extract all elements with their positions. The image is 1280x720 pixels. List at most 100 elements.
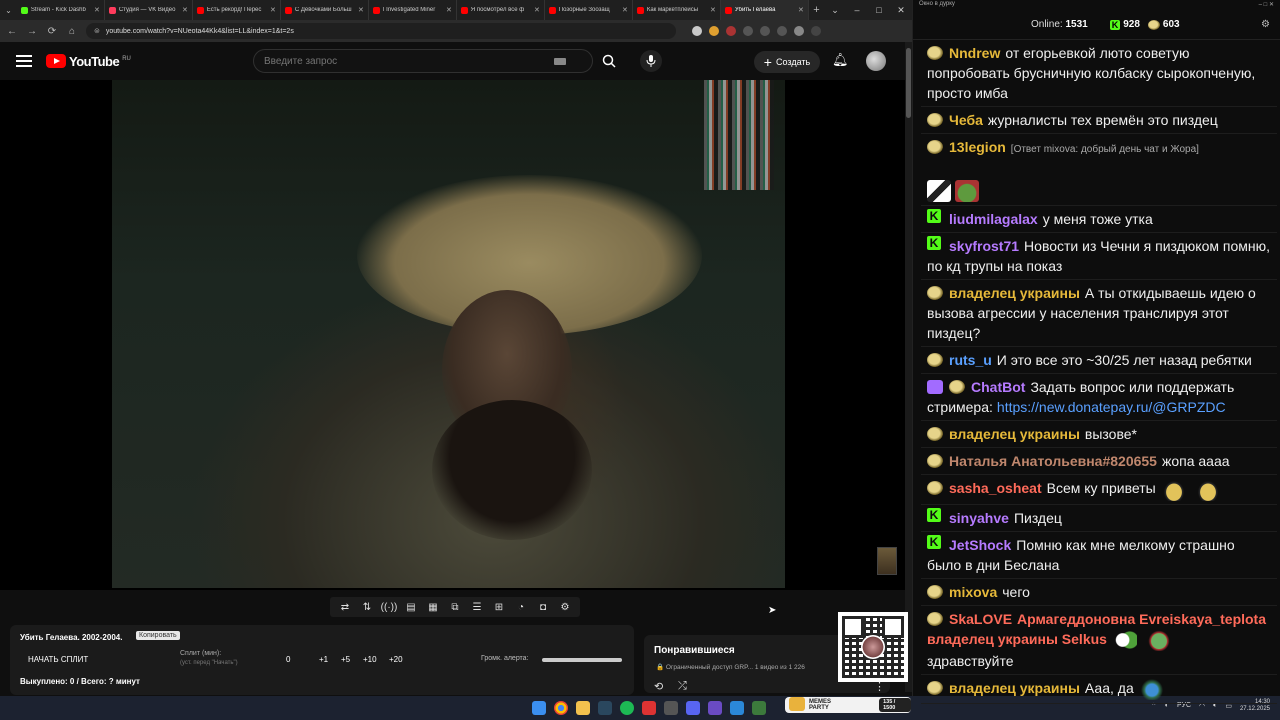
split-plus20-button[interactable]: +20 — [389, 655, 403, 664]
chrome-icon[interactable] — [554, 701, 568, 715]
site-info-icon[interactable]: ⊜ — [94, 27, 100, 35]
app-icon[interactable] — [730, 701, 744, 715]
chat-username[interactable]: sasha_osheat — [949, 480, 1042, 496]
calendar-icon[interactable]: ▦ — [424, 602, 442, 613]
split-plus1-button[interactable]: +1 — [319, 655, 328, 664]
page-scrollbar[interactable] — [905, 42, 912, 692]
video-player[interactable] — [0, 80, 905, 590]
chat-username[interactable]: Чеба — [949, 112, 983, 128]
tab-close-icon[interactable]: ✕ — [182, 6, 188, 14]
chat-username[interactable]: skyfrost71 — [949, 238, 1019, 254]
screenshot-camera-icon[interactable]: ◘ — [534, 602, 552, 613]
voice-search-button[interactable] — [640, 50, 662, 72]
scrollbar-thumb[interactable] — [906, 48, 911, 118]
search-input[interactable] — [254, 55, 554, 67]
copy-button[interactable]: Копировать — [136, 631, 180, 640]
app-icon[interactable] — [664, 701, 678, 715]
tab-close-icon[interactable]: ✕ — [94, 6, 100, 14]
extension-icon[interactable] — [709, 26, 719, 36]
corner-thumbnail[interactable] — [877, 547, 897, 575]
chat-username[interactable]: ChatBot — [971, 379, 1025, 395]
start-split-button[interactable]: НАЧАТЬ СПЛИТ — [28, 655, 88, 664]
chat-username[interactable]: Наталья Анатольевна#820655 — [949, 453, 1157, 469]
chat-username[interactable]: владелец украины — [949, 426, 1080, 442]
tab-close-icon[interactable]: ✕ — [358, 6, 364, 14]
app-icon[interactable] — [708, 701, 722, 715]
browser-tab[interactable]: С Девочками Больш ✕ — [281, 0, 369, 20]
chat-username[interactable]: sinyahve — [949, 510, 1009, 526]
chat-settings-gear-icon[interactable]: ⚙ — [1261, 19, 1270, 30]
discord-icon[interactable] — [686, 701, 700, 715]
tab-close-icon[interactable]: ✕ — [534, 6, 540, 14]
tab-search-icon[interactable]: ⌄ — [0, 0, 17, 20]
menu-icon[interactable] — [16, 55, 32, 67]
maximize-icon[interactable]: □ — [868, 5, 890, 16]
file-explorer-icon[interactable] — [576, 701, 590, 715]
chat-username[interactable]: 13legion — [949, 139, 1006, 155]
extension-icon[interactable] — [692, 26, 702, 36]
tab-close-icon[interactable]: ✕ — [622, 6, 628, 14]
create-button[interactable]: + Создать — [754, 51, 820, 73]
extension-icon[interactable] — [726, 26, 736, 36]
broadcast-icon[interactable]: ((·)) — [380, 602, 398, 613]
chat-link[interactable]: https://new.donatepay.ru/@GRPZDC — [997, 399, 1226, 415]
chat-username[interactable]: Nndrew — [949, 45, 1000, 61]
chat-window-controls[interactable]: – □ ✕ — [1259, 1, 1274, 9]
browser-tab[interactable]: I Investigated Miner ✕ — [369, 0, 457, 20]
browser-tab[interactable]: Как маркетплейсы ✕ — [633, 0, 721, 20]
speed-icon[interactable]: ◔ — [512, 602, 530, 613]
settings-gear-icon[interactable]: ⚙ — [556, 602, 574, 613]
chat-username[interactable]: liudmilagalax — [949, 211, 1038, 227]
browser-tab[interactable]: Убить Гелаева ✕ — [720, 0, 809, 20]
address-bar[interactable]: ⊜ youtube.com/watch?v=NUeota44Kk4&list=L… — [86, 23, 676, 39]
minimize-icon[interactable]: – — [846, 5, 868, 16]
chat-username[interactable]: владелец украины — [949, 285, 1080, 301]
downloads-icon[interactable] — [777, 26, 787, 36]
steam-icon[interactable] — [598, 701, 612, 715]
home-icon[interactable]: ⌂ — [66, 26, 78, 37]
chat-username[interactable]: ruts_u — [949, 352, 992, 368]
playlist-title[interactable]: Понравившиеся — [654, 645, 735, 656]
subtitles-icon[interactable]: ☰ — [468, 602, 486, 613]
picture-in-picture-icon[interactable]: ⧉ — [446, 602, 464, 613]
app-icon[interactable] — [752, 701, 766, 715]
browser-tab[interactable]: Есть рекорд! Перес ✕ — [193, 0, 281, 20]
browser-tab[interactable]: Я посмотрел все ф ✕ — [457, 0, 545, 20]
new-tab-button[interactable]: + — [809, 4, 824, 16]
notifications-bell-icon[interactable]: 🔔︎ — [832, 52, 849, 68]
chat-username[interactable]: SkaLOVE — [949, 611, 1012, 627]
chat-username[interactable]: владелец украины — [949, 680, 1080, 696]
browser-tab[interactable]: Студия — VK Видео ✕ — [105, 0, 193, 20]
tab-close-icon[interactable]: ✕ — [710, 6, 716, 14]
add-icon[interactable]: ⊞ — [490, 602, 508, 613]
tab-list-icon[interactable]: ⌄ — [824, 5, 846, 16]
tab-close-icon[interactable]: ✕ — [270, 6, 276, 14]
extension-icon[interactable] — [760, 26, 770, 36]
spotify-icon[interactable] — [620, 701, 634, 715]
tab-close-icon[interactable]: ✕ — [446, 6, 452, 14]
split-plus10-button[interactable]: +10 — [363, 655, 377, 664]
browser-tab[interactable]: Stream - Kick Dashb ✕ — [17, 0, 105, 20]
avatar[interactable] — [866, 51, 886, 71]
back-icon[interactable]: ← — [6, 26, 18, 37]
video-frame[interactable] — [112, 80, 785, 588]
close-window-icon[interactable]: ✕ — [890, 5, 912, 16]
split-plus5-button[interactable]: +5 — [341, 655, 350, 664]
shuffle-icon[interactable]: ⤮ — [678, 680, 687, 693]
profile-icon[interactable] — [794, 26, 804, 36]
repeat-icon[interactable]: ⟲ — [654, 680, 663, 693]
search-button[interactable] — [593, 49, 625, 73]
loop-icon[interactable]: ⇄ — [336, 602, 354, 613]
sort-icon[interactable]: ⇅ — [358, 602, 376, 613]
forward-icon[interactable]: → — [26, 26, 38, 37]
alert-volume-slider[interactable] — [542, 658, 622, 662]
youtube-logo[interactable]: YouTube RU — [46, 54, 131, 69]
browser-tab[interactable]: Позорные Зоозащ ✕ — [545, 0, 633, 20]
chat-username[interactable]: mixova — [949, 584, 997, 600]
chat-username[interactable]: JetShock — [949, 537, 1011, 553]
watch-later-icon[interactable]: ▤ — [402, 602, 420, 613]
extension-icon[interactable] — [743, 26, 753, 36]
tab-close-icon[interactable]: ✕ — [798, 6, 804, 14]
keyboard-icon[interactable] — [554, 57, 566, 65]
browser-menu-icon[interactable] — [811, 26, 821, 36]
